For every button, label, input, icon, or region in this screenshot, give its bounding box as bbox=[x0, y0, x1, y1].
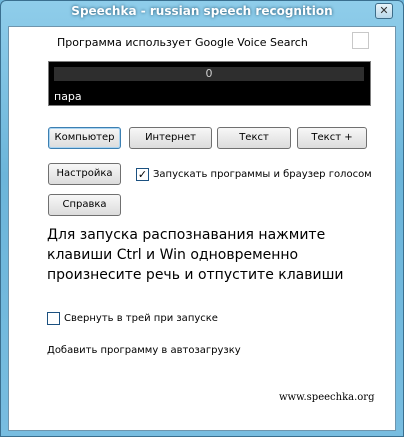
tray-on-start-checkbox[interactable] bbox=[47, 312, 60, 325]
website-link[interactable]: www.speechka.org bbox=[279, 392, 374, 403]
recognition-display: 0 пара bbox=[48, 61, 371, 106]
window-title: Speechka - russian speech recognition bbox=[71, 4, 333, 18]
recognized-text: пара bbox=[54, 90, 82, 103]
settings-button[interactable]: Настройка bbox=[48, 163, 121, 185]
main-panel: Программа использует Google Voice Search… bbox=[8, 26, 396, 431]
close-button[interactable]: ✕ bbox=[375, 3, 393, 19]
status-indicator bbox=[352, 32, 369, 49]
title-bar[interactable]: Speechka - russian speech recognition ✕ bbox=[1, 1, 403, 25]
launch-by-voice-label[interactable]: Запускать программы и браузер голосом bbox=[153, 169, 372, 180]
internet-button[interactable]: Интернет bbox=[129, 127, 212, 149]
launch-by-voice-checkbox[interactable]: ✓ bbox=[136, 168, 149, 181]
help-button[interactable]: Справка bbox=[48, 194, 121, 216]
text-plus-button[interactable]: Текст + bbox=[297, 127, 367, 149]
level-value: 0 bbox=[205, 67, 213, 80]
computer-button[interactable]: Компьютер bbox=[48, 127, 121, 149]
text-button[interactable]: Текст bbox=[217, 127, 291, 149]
instructions-text: Для запуска распознавания нажмите клавиш… bbox=[47, 227, 344, 283]
voice-search-info: Программа использует Google Voice Search bbox=[57, 36, 308, 49]
tray-on-start-label[interactable]: Свернуть в трей при запуске bbox=[64, 313, 218, 324]
autostart-link[interactable]: Добавить программу в автозагрузку bbox=[47, 345, 241, 356]
app-window: Speechka - russian speech recognition ✕ … bbox=[0, 0, 404, 437]
